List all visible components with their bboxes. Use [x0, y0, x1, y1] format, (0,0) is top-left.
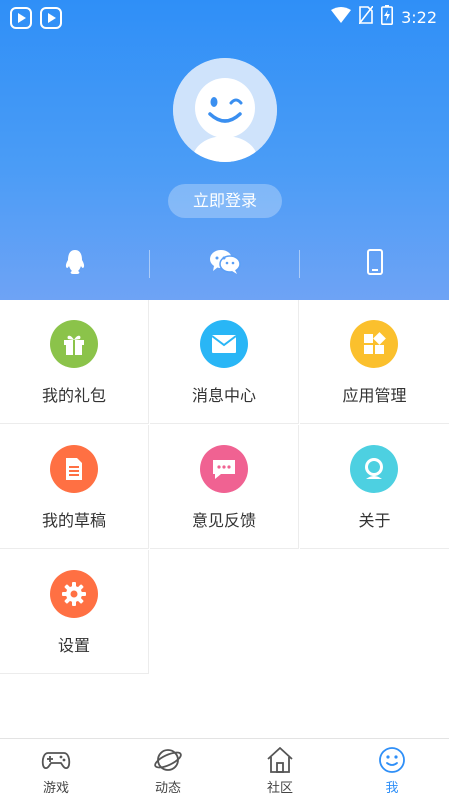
about-icon — [350, 445, 398, 493]
smiley-icon — [377, 745, 407, 775]
phone-login-button[interactable] — [300, 244, 449, 284]
tab-label: 动态 — [154, 781, 181, 796]
mail-icon — [200, 320, 248, 368]
status-bar: 3:22 — [0, 0, 449, 34]
phone-icon — [366, 249, 383, 279]
menu-item-label: 意见反馈 — [191, 511, 256, 530]
video-app-icon — [10, 7, 32, 29]
tab-community[interactable]: 社区 — [224, 739, 336, 800]
menu-item-label: 消息中心 — [191, 386, 256, 405]
draft-icon — [50, 445, 98, 493]
wechat-icon — [209, 249, 241, 279]
profile-header: 3:22 立即登录 — [0, 0, 449, 300]
no-sim-icon — [358, 5, 374, 28]
menu-grid: 我的礼包 消息中心 应用管理 我的草稿 意见反馈 关于 设置 — [0, 300, 449, 676]
tab-games[interactable]: 游戏 — [0, 739, 112, 800]
menu-item-drafts[interactable]: 我的草稿 — [0, 425, 149, 549]
video-app-icon — [40, 7, 62, 29]
qq-icon — [64, 249, 86, 279]
gamepad-icon — [41, 745, 71, 775]
menu-item-settings[interactable]: 设置 — [0, 550, 149, 674]
menu-item-gifts[interactable]: 我的礼包 — [0, 300, 149, 424]
menu-item-label: 设置 — [57, 636, 90, 655]
avatar[interactable] — [173, 58, 277, 162]
gift-icon — [50, 320, 98, 368]
menu-item-label: 应用管理 — [342, 386, 407, 405]
menu-item-app-management[interactable]: 应用管理 — [300, 300, 449, 424]
apps-icon — [350, 320, 398, 368]
status-time: 3:22 — [401, 7, 437, 27]
bottom-nav: 游戏 动态 社区 我 — [0, 738, 449, 800]
battery-charging-icon — [381, 5, 394, 29]
social-login-row — [0, 244, 449, 284]
menu-item-label: 关于 — [358, 511, 391, 530]
menu-item-messages[interactable]: 消息中心 — [150, 300, 299, 424]
tab-label: 游戏 — [42, 781, 69, 796]
feedback-icon — [200, 445, 248, 493]
qq-login-button[interactable] — [0, 244, 149, 284]
home-icon — [265, 745, 295, 775]
tab-feed[interactable]: 动态 — [112, 739, 224, 800]
wechat-login-button[interactable] — [150, 244, 299, 284]
menu-item-about[interactable]: 关于 — [300, 425, 449, 549]
tab-label: 社区 — [266, 781, 293, 796]
menu-item-label: 我的草稿 — [41, 511, 106, 530]
login-button[interactable]: 立即登录 — [168, 184, 282, 218]
planet-icon — [153, 745, 183, 775]
menu-item-feedback[interactable]: 意见反馈 — [150, 425, 299, 549]
gear-icon — [50, 570, 98, 618]
wifi-icon — [331, 7, 352, 27]
tab-me[interactable]: 我 — [336, 739, 448, 800]
tab-label: 我 — [385, 781, 399, 796]
menu-item-label: 我的礼包 — [41, 386, 106, 405]
